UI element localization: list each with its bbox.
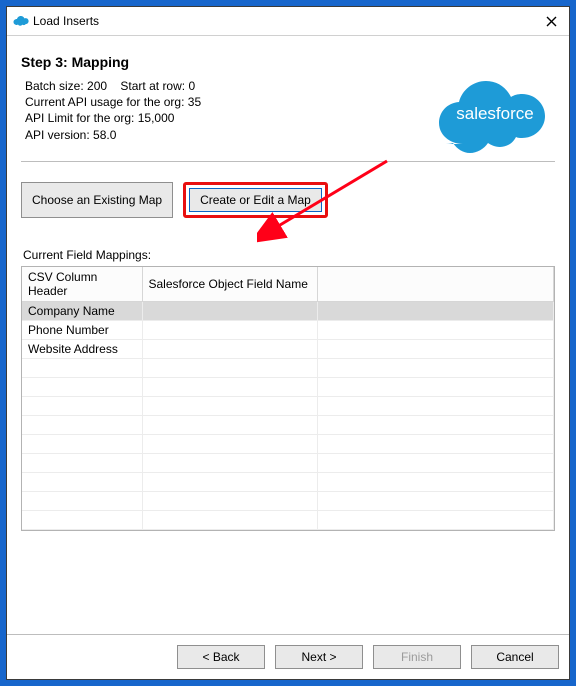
- col-sfield-header[interactable]: Salesforce Object Field Name: [142, 267, 317, 302]
- highlight-annotation: Create or Edit a Map: [183, 182, 328, 218]
- table-row[interactable]: [22, 491, 554, 510]
- dialog-window: Load Inserts Step 3: Mapping Batch size:…: [6, 6, 570, 680]
- wizard-footer: < Back Next > Finish Cancel: [7, 634, 569, 679]
- finish-button: Finish: [373, 645, 461, 669]
- cell-sfield: [142, 320, 317, 339]
- table-row[interactable]: Company Name: [22, 301, 554, 320]
- back-button[interactable]: < Back: [177, 645, 265, 669]
- mappings-table-wrap: CSV Column Header Salesforce Object Fiel…: [21, 266, 555, 531]
- close-button[interactable]: [541, 11, 561, 31]
- table-row[interactable]: Website Address: [22, 339, 554, 358]
- table-row[interactable]: [22, 434, 554, 453]
- mappings-table[interactable]: CSV Column Header Salesforce Object Fiel…: [22, 267, 554, 530]
- table-row[interactable]: Phone Number: [22, 320, 554, 339]
- table-row[interactable]: [22, 453, 554, 472]
- choose-existing-map-button[interactable]: Choose an Existing Map: [21, 182, 173, 218]
- mappings-section-label: Current Field Mappings:: [23, 248, 555, 262]
- cloud-icon: [13, 15, 29, 27]
- cell-csv: Website Address: [22, 339, 142, 358]
- cell-csv: Company Name: [22, 301, 142, 320]
- table-row[interactable]: [22, 358, 554, 377]
- cell-csv: Phone Number: [22, 320, 142, 339]
- table-row[interactable]: [22, 377, 554, 396]
- logo-text: salesforce: [456, 104, 533, 123]
- table-row[interactable]: [22, 396, 554, 415]
- create-edit-map-button[interactable]: Create or Edit a Map: [189, 188, 322, 212]
- spacer: [21, 531, 555, 626]
- salesforce-logo: salesforce: [435, 72, 555, 159]
- col-spacer-header: [317, 267, 554, 302]
- mapping-button-row: Choose an Existing Map Create or Edit a …: [21, 182, 555, 218]
- window-title: Load Inserts: [33, 14, 541, 28]
- content-area: Step 3: Mapping Batch size: 200 Start at…: [7, 36, 569, 634]
- close-icon: [546, 16, 557, 27]
- table-row[interactable]: [22, 510, 554, 529]
- table-row[interactable]: [22, 415, 554, 434]
- titlebar: Load Inserts: [7, 7, 569, 36]
- cell-sfield: [142, 339, 317, 358]
- table-row[interactable]: [22, 472, 554, 491]
- cell-sfield: [142, 301, 317, 320]
- col-csv-header[interactable]: CSV Column Header: [22, 267, 142, 302]
- next-button[interactable]: Next >: [275, 645, 363, 669]
- divider: [21, 161, 555, 162]
- cancel-button[interactable]: Cancel: [471, 645, 559, 669]
- step-heading: Step 3: Mapping: [21, 54, 555, 70]
